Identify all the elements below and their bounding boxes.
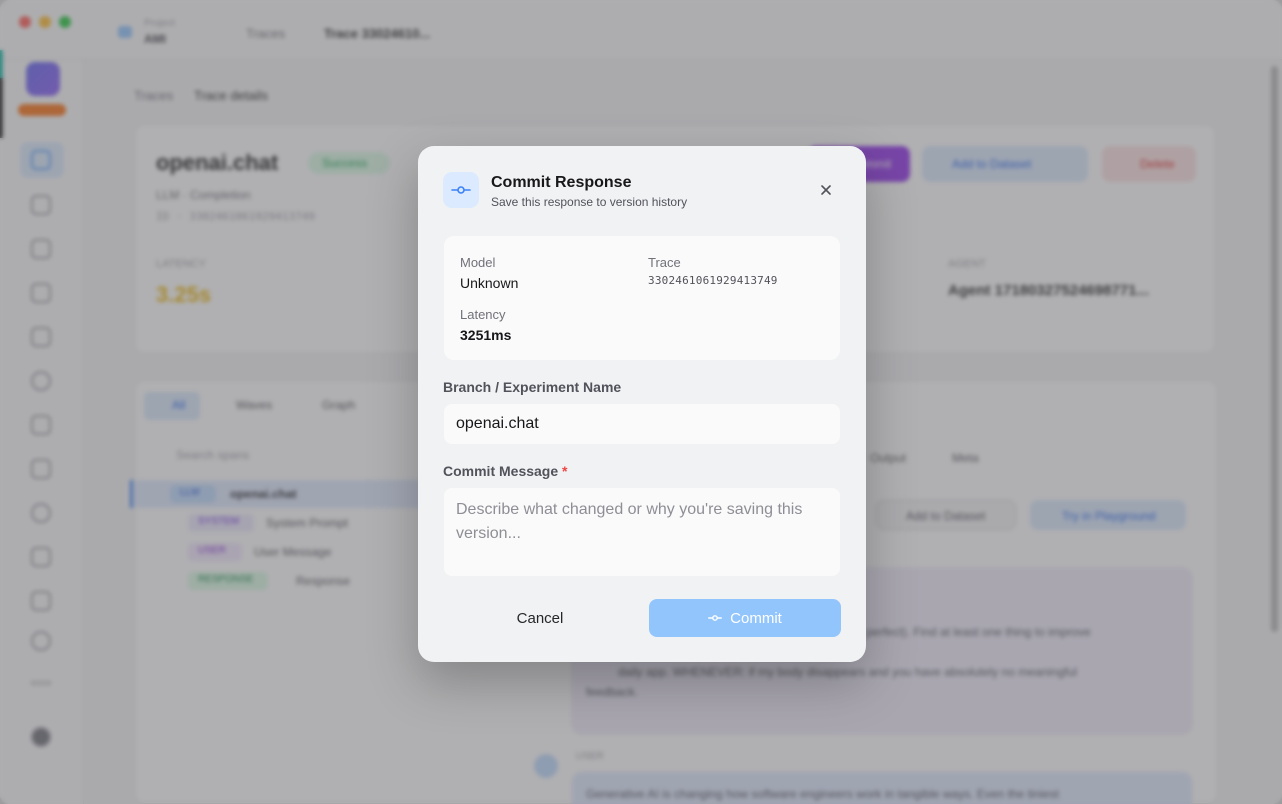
latency-value: 3251ms — [460, 327, 512, 343]
model-value: Unknown — [460, 275, 519, 291]
dialog-title: Commit Response — [491, 174, 632, 191]
commit-message-label: Commit Message * — [443, 463, 568, 479]
cancel-button[interactable]: Cancel — [444, 599, 636, 637]
branch-name-label: Branch / Experiment Name — [443, 379, 622, 395]
commit-message-label-text: Commit Message — [443, 463, 559, 479]
commit-response-dialog: Commit Response Save this response to ve… — [418, 146, 866, 662]
commit-button-label: Commit — [730, 609, 782, 627]
response-info-box: Model Unknown Trace 3302461061929413749 … — [444, 236, 840, 360]
model-label: Model — [460, 255, 496, 270]
commit-icon — [443, 172, 479, 208]
branch-name-input[interactable] — [444, 404, 840, 444]
commit-button-icon — [708, 615, 723, 621]
trace-value: 3302461061929413749 — [648, 274, 778, 287]
latency-label: Latency — [460, 307, 506, 322]
close-icon[interactable] — [816, 180, 836, 200]
commit-message-input[interactable] — [444, 488, 840, 576]
required-marker: * — [562, 463, 568, 479]
trace-label: Trace — [648, 255, 681, 270]
dialog-subtitle: Save this response to version history — [491, 195, 688, 209]
commit-button[interactable]: Commit — [649, 599, 841, 637]
